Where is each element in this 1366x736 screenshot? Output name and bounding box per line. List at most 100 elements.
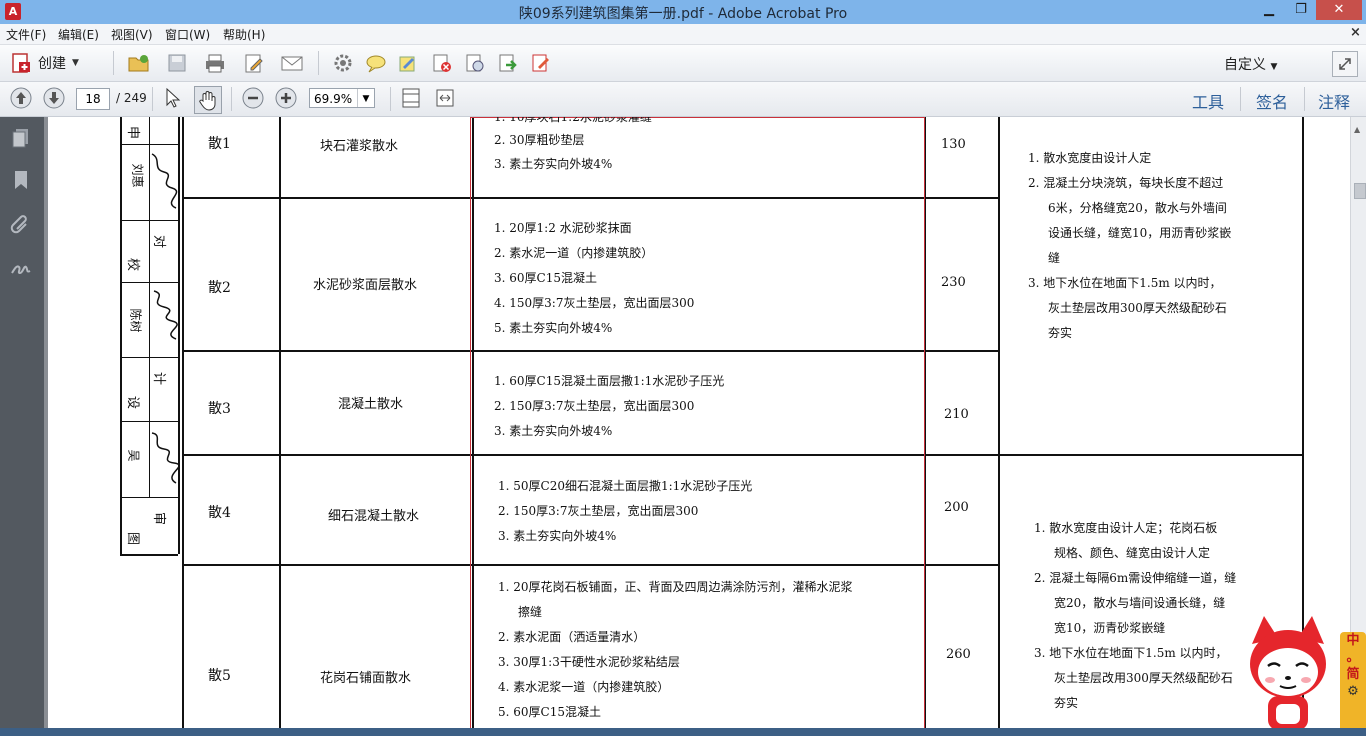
page-number-input[interactable]: 18 (76, 88, 110, 110)
print-icon[interactable] (204, 52, 226, 74)
row-step: 2. 素水泥一道（内掺建筑胶） (494, 246, 654, 260)
hand-tool-icon[interactable] (194, 86, 222, 114)
select-cursor-icon[interactable] (163, 87, 185, 109)
row-name: 水泥砂浆面层散水 (313, 278, 418, 293)
gear-icon[interactable] (332, 52, 354, 74)
ime-char: 简 (1346, 667, 1360, 682)
note-line: 1. 散水宽度由设计人定 (1028, 151, 1152, 165)
stamp-line (120, 357, 178, 358)
zoom-in-icon[interactable] (275, 87, 297, 109)
scroll-up-icon[interactable]: ▲ (1354, 125, 1360, 134)
row-code: 散2 (208, 280, 231, 296)
gear-icon[interactable]: ⚙ (1340, 683, 1366, 700)
stamp-line (120, 421, 178, 422)
taskbar (0, 728, 1366, 736)
table-row-line (182, 350, 1000, 352)
export-icon[interactable] (497, 52, 519, 74)
table-row-line (182, 564, 1000, 566)
scroll-thumb[interactable] (1354, 183, 1366, 199)
table-row-line (182, 197, 1000, 199)
stamp-text: 对 (151, 234, 167, 249)
row-code: 散5 (208, 668, 231, 684)
note-line: 夯实 (1054, 696, 1079, 710)
restore-icon[interactable]: ❐ (1286, 0, 1316, 20)
document-view[interactable]: 申 刘惠 对 校 陈树 计 设 吴 审 图 散1 块石灌浆散水 1. 10厚块石… (44, 117, 1350, 736)
zoom-level-select[interactable]: 69.9% ▼ (309, 88, 375, 108)
signature-mark (151, 153, 178, 209)
highlight-box-left (470, 117, 471, 729)
close-document-icon[interactable]: × (1350, 25, 1361, 40)
pdf-page: 申 刘惠 对 校 陈树 计 设 吴 审 图 散1 块石灌浆散水 1. 10厚块石… (48, 117, 1350, 736)
input-method-widget[interactable]: 中 。 简 ⚙ (1340, 632, 1366, 732)
comment-link[interactable]: 注释 (1318, 89, 1350, 113)
next-page-icon[interactable] (43, 87, 65, 109)
forms-icon[interactable] (530, 52, 552, 74)
fullscreen-icon[interactable] (1332, 51, 1358, 77)
combine-icon[interactable] (464, 52, 486, 74)
row-step: 3. 素土夯实向外坡4% (494, 424, 613, 438)
edit-document-icon[interactable] (243, 52, 265, 74)
highlight-box-right (924, 117, 925, 729)
create-button[interactable]: 创建 ▼ (10, 51, 79, 75)
row-thickness: 130 (941, 137, 966, 152)
tools-link[interactable]: 工具 (1192, 89, 1224, 113)
fit-page-icon[interactable] (400, 87, 422, 109)
navigation-panel (0, 117, 44, 736)
open-folder-icon[interactable] (128, 52, 150, 74)
row-step: 2. 素水泥面（洒适量清水） (498, 630, 646, 644)
row-step: 1. 50厚C20细石混凝土面层撒1:1水泥砂子压光 (498, 479, 753, 493)
delete-pages-icon[interactable] (431, 52, 453, 74)
menu-window[interactable]: 窗口(W) (165, 26, 210, 43)
note-line: 缝 (1048, 251, 1061, 265)
bookmarks-icon[interactable] (10, 169, 32, 191)
menu-file[interactable]: 文件(F) (6, 26, 46, 43)
stamp-text: 图 (125, 531, 141, 546)
note-line: 夯实 (1048, 326, 1073, 340)
previous-page-icon[interactable] (10, 87, 32, 109)
note-line: 灰土垫层改用300厚天然级配砂石 (1048, 301, 1227, 315)
zoom-out-icon[interactable] (242, 87, 264, 109)
note-line: 3. 地下水位在地面下1.5m 以内时， (1034, 646, 1228, 660)
stamp-text: 设 (125, 395, 141, 410)
email-icon[interactable] (281, 52, 303, 74)
stamp-text: 计 (151, 371, 167, 386)
row-thickness: 210 (944, 407, 969, 422)
chevron-down-icon[interactable]: ▼ (357, 89, 374, 107)
row-name: 细石混凝土散水 (328, 509, 420, 524)
stamp-text: 陈树 (128, 308, 143, 333)
toolbar-divider (152, 87, 153, 111)
signatures-icon[interactable] (10, 257, 32, 279)
note-line: 1. 散水宽度由设计人定；花岗石板 (1034, 521, 1218, 535)
fit-width-icon[interactable] (434, 87, 456, 109)
main-toolbar: 创建 ▼ 自定义 ▼ (0, 45, 1366, 82)
row-name: 块石灌浆散水 (320, 139, 399, 154)
menu-edit[interactable]: 编辑(E) (58, 26, 99, 43)
window-title: 陕09系列建筑图集第一册.pdf - Adobe Acrobat Pro (518, 6, 848, 22)
attachments-icon[interactable] (10, 213, 32, 235)
stamp-text: 申 (125, 125, 141, 140)
minimize-icon[interactable]: ▁ (1254, 0, 1284, 20)
page-thumbnails-icon[interactable] (10, 127, 32, 149)
row-thickness: 200 (944, 500, 969, 515)
row-step: 2. 30厚粗砂垫层 (494, 133, 585, 147)
menu-bar: 文件(F) 编辑(E) 视图(V) 窗口(W) 帮助(H) × (0, 24, 1366, 45)
note-line: 2. 混凝土分块浇筑，每块长度不超过 (1028, 176, 1224, 190)
signature-mark (153, 290, 178, 340)
toolbar-divider (390, 87, 391, 111)
sign-link[interactable]: 签名 (1256, 89, 1288, 113)
mascot-character[interactable] (1246, 614, 1330, 730)
menu-view[interactable]: 视图(V) (111, 26, 153, 43)
customize-menu[interactable]: 自定义 ▼ (1224, 54, 1277, 74)
comment-icon[interactable] (365, 52, 387, 74)
stamp-line (120, 282, 178, 283)
row-step: 2. 150厚3:7灰土垫层，宽出面层300 (494, 399, 695, 413)
save-icon[interactable] (166, 52, 188, 74)
create-pdf-icon (12, 53, 30, 73)
toolbar-divider (318, 51, 319, 75)
navigation-toolbar: 18 / 249 69.9% ▼ 工具 签名 注释 (0, 82, 1366, 117)
close-window-button[interactable]: ✕ (1316, 0, 1362, 20)
table-border (998, 117, 1000, 736)
row-step: 3. 60厚C15混凝土 (494, 271, 597, 285)
menu-help[interactable]: 帮助(H) (223, 26, 265, 43)
highlight-icon[interactable] (397, 52, 419, 74)
